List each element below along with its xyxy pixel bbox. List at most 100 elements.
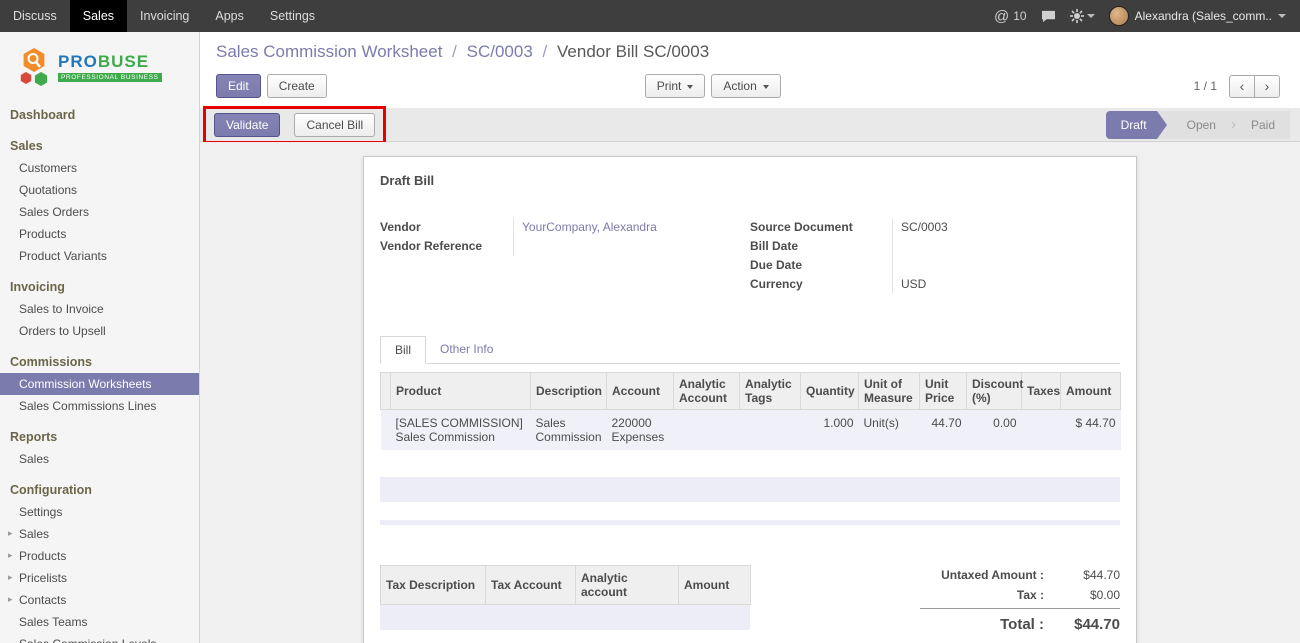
column-header-analytic-tags: Analytic Tags (740, 373, 801, 410)
vendor-reference-value (513, 237, 750, 256)
totals-block: Untaxed Amount : $44.70 Tax : $0.00 Tota… (920, 565, 1120, 643)
tax-label: Tax : (920, 588, 1054, 602)
section-separator (380, 520, 1120, 525)
form-sheet: Draft Bill Vendor YourCompany, Alexandra… (363, 156, 1137, 643)
status-state-open: Open (1172, 111, 1231, 139)
cell-discount: 0.00 (967, 410, 1022, 451)
breadcrumb-worksheet-link[interactable]: Sales Commission Worksheet (216, 42, 442, 61)
sidebar-item-sales-teams[interactable]: Sales Teams (0, 611, 199, 633)
breadcrumb-current: Vendor Bill SC/0003 (557, 42, 709, 61)
total-row: Total : $44.70 (920, 608, 1120, 636)
statusbar: Draft Open › Paid (1106, 111, 1290, 139)
form-title: Draft Bill (380, 173, 1120, 188)
breadcrumb-sc0003-link[interactable]: SC/0003 (467, 42, 533, 61)
submenu-arrow-icon: ▸ (8, 528, 13, 539)
submenu-arrow-icon: ▸ (8, 594, 13, 605)
gear-icon (1070, 9, 1084, 23)
sidebar-item-commission-worksheets[interactable]: Commission Worksheets (0, 373, 199, 395)
sidebar-item-sales-commissions-lines[interactable]: Sales Commissions Lines (0, 395, 199, 417)
sidebar-item-quotations[interactable]: Quotations (0, 179, 199, 201)
cell-product: [SALES COMMISSION] Sales Commission (391, 410, 531, 451)
sidebar-section-reports[interactable]: Reports (0, 426, 199, 448)
column-header-taxes: Taxes (1022, 373, 1061, 410)
bottom-section: Tax Description Tax Account Analytic acc… (380, 565, 1120, 643)
logo-name-part2: BUSE (98, 52, 149, 71)
status-state-paid: Paid (1236, 111, 1290, 139)
edit-button[interactable]: Edit (216, 74, 261, 98)
messages-button[interactable] (1041, 10, 1056, 23)
topbar-menu-discuss[interactable]: Discuss (0, 0, 70, 32)
sidebar-item-config-products[interactable]: ▸Products (0, 545, 199, 567)
tax-column: Tax Description Tax Account Analytic acc… (380, 565, 750, 643)
cancel-bill-button[interactable]: Cancel Bill (294, 113, 375, 137)
invoice-lines-table: Product Description Account Analytic Acc… (380, 372, 1121, 450)
status-state-draft: Draft (1106, 111, 1157, 139)
sidebar-item-customers[interactable]: Customers (0, 157, 199, 179)
untaxed-amount-value: $44.70 (1054, 568, 1120, 582)
spacer (380, 630, 750, 643)
logo-name: PROBUSE (58, 53, 162, 71)
vendor-link[interactable]: YourCompany, Alexandra (522, 220, 657, 234)
caret-down-icon (1278, 14, 1286, 18)
topbar-menu-settings[interactable]: Settings (257, 0, 328, 32)
notebook-tabs: Bill Other Info (380, 336, 1120, 364)
topbar-systray: @ 10 Alexandra (Sales_comm.. (994, 0, 1300, 32)
gear-menu-button[interactable] (1070, 9, 1095, 23)
tab-other-info[interactable]: Other Info (426, 336, 507, 363)
tax-header-row: Tax Description Tax Account Analytic acc… (381, 566, 751, 605)
invoice-line-row[interactable]: [SALES COMMISSION] Sales Commission Sale… (381, 410, 1121, 451)
cell-amount: $ 44.70 (1061, 410, 1121, 451)
probuse-logo-text: PROBUSE PROFESSIONAL BUSINESS (58, 53, 162, 82)
column-header-amount: Amount (1061, 373, 1121, 410)
sidebar-item-pricelists[interactable]: ▸Pricelists (0, 567, 199, 589)
sidebar-item-label: Pricelists (19, 571, 67, 585)
sidebar-item-orders-to-upsell[interactable]: Orders to Upsell (0, 320, 199, 342)
empty-tax-row (380, 605, 750, 630)
column-header-discount: Discount (%) (967, 373, 1022, 410)
cell-taxes (1022, 410, 1061, 451)
sidebar-item-products[interactable]: Products (0, 223, 199, 245)
sidebar-nav: Dashboard Sales Customers Quotations Sal… (0, 104, 199, 643)
column-header-tax-account: Tax Account (486, 566, 576, 605)
logo-name-part1: PRO (58, 52, 98, 71)
sidebar-item-sales-orders[interactable]: Sales Orders (0, 201, 199, 223)
column-header-tax-amount: Amount (679, 566, 751, 605)
user-menu[interactable]: Alexandra (Sales_comm.. (1109, 6, 1286, 26)
probuse-logo[interactable]: PROBUSE PROFESSIONAL BUSINESS (0, 32, 199, 104)
topbar-menu-apps[interactable]: Apps (202, 0, 257, 32)
due-date-value (892, 256, 1120, 275)
sidebar-item-config-sales[interactable]: ▸Sales (0, 523, 199, 545)
sidebar-item-contacts[interactable]: ▸Contacts (0, 589, 199, 611)
untaxed-amount-row: Untaxed Amount : $44.70 (920, 565, 1120, 585)
sidebar-item-sales-commission-levels[interactable]: Sales Commission Levels (0, 633, 199, 643)
validate-button[interactable]: Validate (214, 113, 280, 137)
topbar-menu-sales[interactable]: Sales (70, 0, 127, 32)
sidebar-section-invoicing[interactable]: Invoicing (0, 276, 199, 298)
annotation-highlight-box: Validate Cancel Bill (203, 106, 386, 144)
tax-value: $0.00 (1054, 588, 1120, 602)
sidebar-section-configuration[interactable]: Configuration (0, 479, 199, 501)
sidebar-item-product-variants[interactable]: Product Variants (0, 245, 199, 267)
tab-bill[interactable]: Bill (380, 336, 426, 364)
chat-icon (1041, 10, 1056, 23)
sidebar-section-dashboard[interactable]: Dashboard (0, 104, 199, 126)
sidebar-section-sales[interactable]: Sales (0, 135, 199, 157)
chevron-right-icon: › (1265, 78, 1270, 94)
column-header-tax-description: Tax Description (381, 566, 486, 605)
total-label: Total : (920, 616, 1054, 633)
pager-previous-button[interactable]: ‹ (1229, 75, 1255, 98)
action-button[interactable]: Action (711, 74, 780, 98)
sidebar-item-settings[interactable]: Settings (0, 501, 199, 523)
print-button[interactable]: Print (645, 74, 706, 98)
submenu-arrow-icon: ▸ (8, 550, 13, 561)
create-button[interactable]: Create (267, 74, 327, 98)
sidebar-item-sales-to-invoice[interactable]: Sales to Invoice (0, 298, 199, 320)
pager-next-button[interactable]: › (1254, 75, 1280, 98)
empty-list-row (380, 477, 1120, 502)
topbar-menu-invoicing[interactable]: Invoicing (127, 0, 202, 32)
sidebar-section-commissions[interactable]: Commissions (0, 351, 199, 373)
cell-analytic-account (674, 410, 740, 451)
mention-counter[interactable]: @ 10 (994, 8, 1027, 25)
sidebar-item-reports-sales[interactable]: Sales (0, 448, 199, 470)
total-value: $44.70 (1054, 616, 1120, 633)
